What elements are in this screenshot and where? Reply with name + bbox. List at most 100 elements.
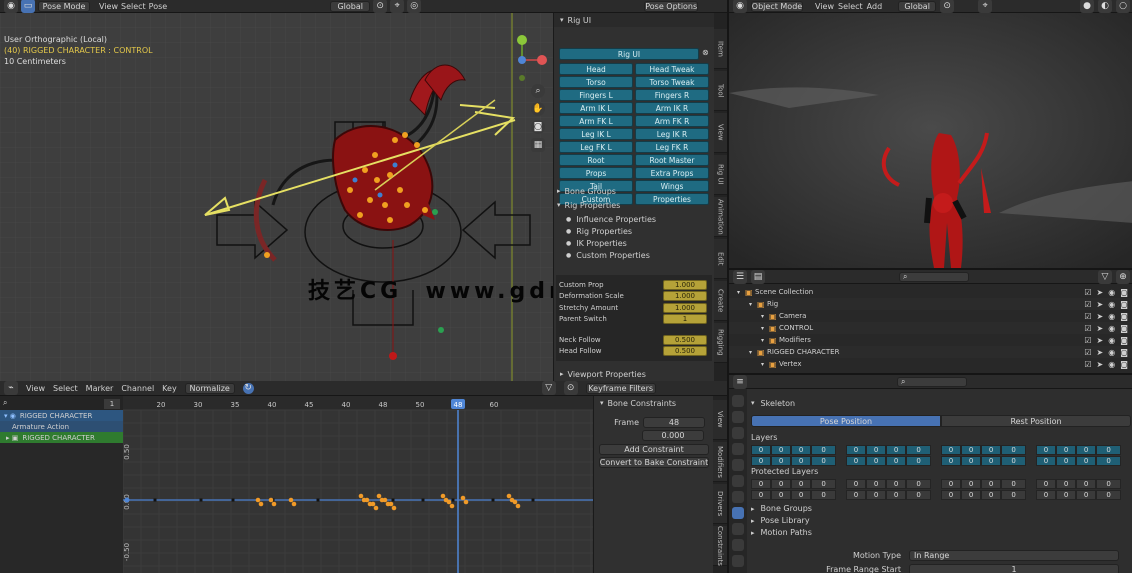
properties-subsection[interactable]: ▸ Motion Paths <box>751 527 1131 539</box>
rig-slider-value[interactable]: 0.500 <box>663 334 707 345</box>
select-tool-icon[interactable]: ▭ <box>21 0 35 13</box>
layer-toggle[interactable]: 0 <box>1036 479 1057 489</box>
render-menu-view[interactable]: View <box>815 2 834 11</box>
auto-snap-icon[interactable]: ↻ <box>242 382 254 394</box>
layer-toggle[interactable]: 0 <box>811 479 836 489</box>
menu-pose[interactable]: Pose <box>149 2 168 11</box>
layer-toggle[interactable]: 0 <box>961 456 982 466</box>
graph-editor-type-icon[interactable]: ⌁ <box>4 381 18 395</box>
keyframe-selected[interactable] <box>373 505 379 511</box>
graph-menu-marker[interactable]: Marker <box>86 384 114 393</box>
keyframe-selected[interactable] <box>382 497 388 503</box>
rig-slider-value[interactable]: 0.500 <box>663 346 707 357</box>
layer-toggle[interactable]: 0 <box>751 456 772 466</box>
render-snap-icon[interactable]: ⌖ <box>978 0 993 13</box>
eye-icon[interactable]: ◉ <box>1108 348 1115 357</box>
rig-button-4[interactable]: Fingers L <box>559 89 633 101</box>
layer-toggle[interactable]: 0 <box>846 456 867 466</box>
layer-toggle[interactable]: 0 <box>811 490 836 500</box>
orientation-dropdown[interactable]: Global <box>330 0 371 12</box>
keyframe-selected[interactable] <box>388 501 394 507</box>
graph-editor[interactable]: ⌁ View Select Marker Channel Key Normali… <box>0 381 727 573</box>
keyframe-selected[interactable] <box>446 499 452 505</box>
layer-toggle[interactable]: 0 <box>846 445 867 455</box>
layer-toggle[interactable]: 0 <box>981 445 1002 455</box>
checkbox-icon[interactable]: ☑ <box>1084 360 1091 369</box>
tab-tool[interactable]: Tool <box>714 71 727 111</box>
checkbox-icon[interactable]: ☑ <box>1084 336 1091 345</box>
camera-render-icon[interactable]: ◙ <box>1120 336 1128 345</box>
properties-editor-icon[interactable]: ≡ <box>733 375 747 389</box>
rig-button-12[interactable]: Leg FK L <box>559 141 633 153</box>
keyframe[interactable] <box>531 498 535 502</box>
viewport-3d[interactable]: ◉ ▭ Pose Mode View Select Pose Global ⊙ … <box>0 0 727 381</box>
layer-toggle[interactable]: 0 <box>866 479 887 489</box>
layer-toggle[interactable]: 0 <box>791 456 812 466</box>
pivot-icon[interactable]: ⊙ <box>373 0 388 13</box>
select-arrow-icon[interactable]: ➤ <box>1097 312 1104 321</box>
checkbox-icon[interactable]: ☑ <box>1084 300 1091 309</box>
eye-icon[interactable]: ◉ <box>1108 360 1115 369</box>
layer-toggle[interactable]: 0 <box>846 490 867 500</box>
layer-toggle[interactable]: 0 <box>1096 445 1121 455</box>
render-mode-dropdown[interactable]: Object Mode <box>751 0 803 12</box>
pivot-graph-icon[interactable]: ⊙ <box>563 381 578 395</box>
layer-toggle[interactable]: 0 <box>941 445 962 455</box>
outliner-row[interactable]: ▾ ▣ Scene Collection ☑ ➤ ◉ ◙ <box>729 286 1132 298</box>
rig-button-7[interactable]: Arm IK R <box>635 102 709 114</box>
keyframe[interactable] <box>491 498 495 502</box>
keyframe-selected[interactable] <box>288 497 294 503</box>
proportional-icon[interactable]: ◎ <box>407 0 422 13</box>
layer-toggle[interactable]: 0 <box>811 445 836 455</box>
rig-button-3[interactable]: Torso Tweak <box>635 76 709 88</box>
layer-toggle[interactable]: 0 <box>1096 479 1121 489</box>
rig-button-6[interactable]: Arm IK L <box>559 102 633 114</box>
keyframe-selected[interactable] <box>258 501 264 507</box>
eye-icon[interactable]: ◉ <box>1108 312 1115 321</box>
output-icon[interactable] <box>732 427 744 439</box>
keyframe-selected[interactable] <box>463 499 469 505</box>
rig-button-5[interactable]: Fingers R <box>635 89 709 101</box>
rig-button-8[interactable]: Arm FK L <box>559 115 633 127</box>
layer-toggle[interactable]: 0 <box>941 456 962 466</box>
checkbox-icon[interactable]: ☑ <box>1084 312 1091 321</box>
keyframe-selected[interactable] <box>271 501 277 507</box>
layer-toggle[interactable]: 0 <box>751 445 772 455</box>
filter-icon[interactable]: ▽ <box>541 381 556 395</box>
render-menu-select[interactable]: Select <box>838 2 863 11</box>
keyframe-selected[interactable] <box>358 493 364 499</box>
layer-toggle[interactable]: 0 <box>941 490 962 500</box>
keyframe-selected[interactable] <box>506 493 512 499</box>
outliner-row[interactable]: ▾ ▣ CONTROL ☑ ➤ ◉ ◙ <box>729 322 1132 334</box>
rig-slider-value[interactable]: 1.000 <box>663 279 707 290</box>
layer-toggle[interactable]: 0 <box>1001 456 1026 466</box>
collapse-icon[interactable]: ▾ <box>560 16 564 24</box>
layer-toggle[interactable]: 0 <box>1096 456 1121 466</box>
snap-icon[interactable]: ⌖ <box>390 0 405 13</box>
tab-drivers[interactable]: Drivers <box>713 484 727 524</box>
layer-toggle[interactable]: 0 <box>906 490 931 500</box>
rig-prop-3[interactable]: ● Custom Properties <box>566 250 706 262</box>
outliner-row[interactable]: ▾ ▣ Modifiers ☑ ➤ ◉ ◙ <box>729 334 1132 346</box>
frame-field[interactable]: 1 <box>104 399 120 409</box>
render-orientation-dropdown[interactable]: Global <box>898 0 937 12</box>
disclosure-icon[interactable]: ▾ <box>749 349 757 356</box>
graph-menu-channel[interactable]: Channel <box>121 384 154 393</box>
layer-toggle[interactable]: 0 <box>771 490 792 500</box>
outliner-filter-icon[interactable]: ▽ <box>1098 270 1112 284</box>
layer-toggle[interactable]: 0 <box>1076 479 1097 489</box>
outliner-row[interactable]: ▾ ▣ Rig ☑ ➤ ◉ ◙ <box>729 298 1132 310</box>
scene-icon[interactable] <box>732 443 744 455</box>
layer-toggle[interactable]: 0 <box>1001 490 1026 500</box>
rig-button-15[interactable]: Root Master <box>635 154 709 166</box>
pin-icon[interactable]: ⊗ <box>702 48 712 60</box>
keyframe-selected[interactable] <box>376 493 382 499</box>
layer-toggle[interactable]: 0 <box>961 490 982 500</box>
disclosure-icon[interactable]: ▾ <box>761 337 769 344</box>
keyframe-filters-dropdown[interactable]: Keyframe Filters <box>585 382 656 394</box>
menu-view[interactable]: View <box>99 2 118 11</box>
outliner-row[interactable]: ▾ ▣ Camera ☑ ➤ ◉ ◙ <box>729 310 1132 322</box>
menu-select[interactable]: Select <box>121 2 146 11</box>
rig-button-2[interactable]: Torso <box>559 76 633 88</box>
camera-render-icon[interactable]: ◙ <box>1120 300 1128 309</box>
